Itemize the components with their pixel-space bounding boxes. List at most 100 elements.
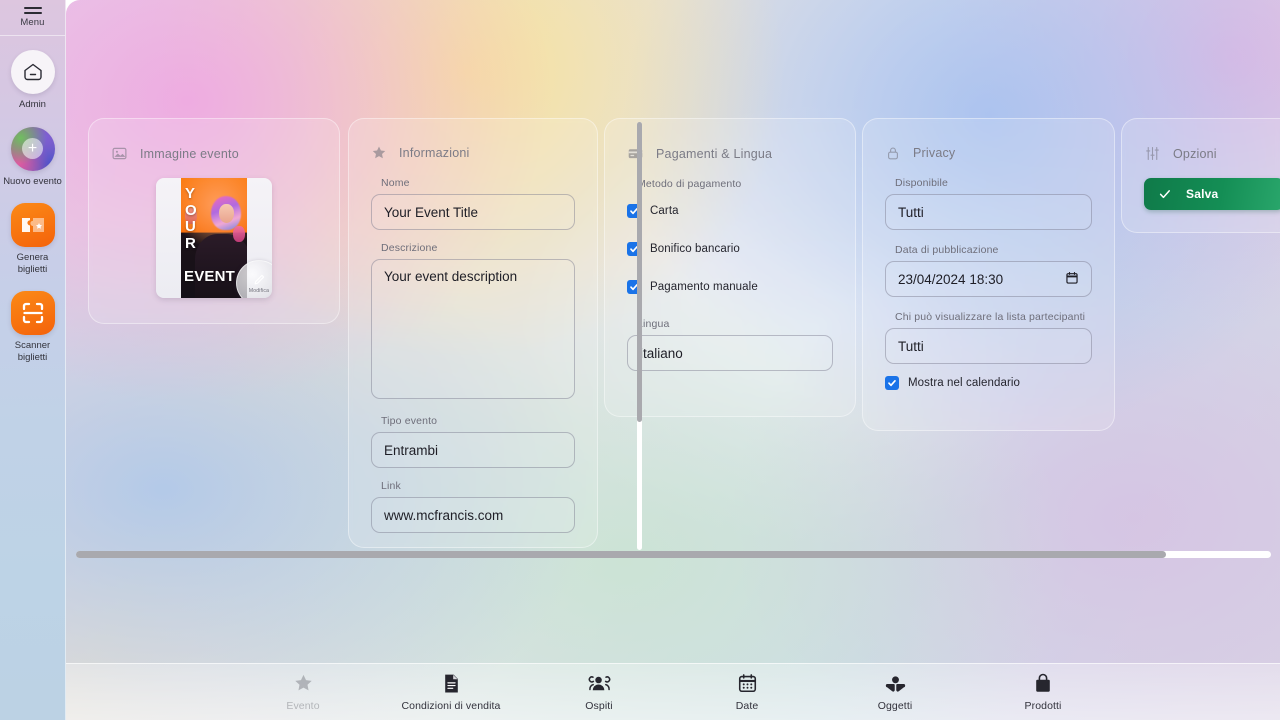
field-visualizza-lista: Chi può visualizzare la lista partecipan…: [885, 311, 1092, 364]
value-nome: Your Event Title: [384, 204, 479, 220]
checkbox-row-carta[interactable]: Carta: [627, 204, 833, 218]
sidebar-label-genera-biglietti: Genera biglietti: [16, 252, 49, 275]
value-tipo-evento: Entrambi: [384, 442, 439, 458]
plus-glyph: +: [22, 138, 43, 159]
nav-label-ospiti: Ospiti: [585, 699, 613, 712]
label-link: Link: [381, 480, 401, 492]
field-disponibile: Disponibile Tutti: [885, 177, 1092, 230]
document-icon: [442, 673, 461, 695]
nav-label-prodotti: Prodotti: [1024, 699, 1062, 712]
value-data-pubblicazione: 23/04/2024 18:30: [898, 271, 1004, 287]
menu-button[interactable]: Menu: [0, 0, 65, 36]
panel-title-opzioni: Opzioni: [1173, 146, 1217, 161]
value-descrizione: Your event description: [384, 269, 518, 284]
input-nome[interactable]: Your Event Title: [371, 194, 575, 230]
value-lingua: italiano: [640, 345, 683, 361]
poster-letter-o: O: [185, 201, 197, 219]
input-visualizza-lista[interactable]: Tutti: [885, 328, 1092, 364]
field-nome: Nome Your Event Title: [371, 177, 575, 230]
calendar-icon: [737, 673, 758, 695]
panels-scrollbar-thumb[interactable]: [76, 551, 1166, 558]
panel-title-immagine: Immagine evento: [140, 146, 239, 161]
poster-hand-right: [233, 226, 245, 242]
input-descrizione[interactable]: Your event description: [371, 259, 575, 399]
checkbox-label-carta: Carta: [650, 205, 679, 217]
app-root: Menu Admin + Nuovo evento Genera bigliet…: [0, 0, 1280, 720]
checkbox-row-bonifico[interactable]: Bonifico bancario: [627, 242, 833, 256]
checkbox-label-bonifico: Bonifico bancario: [650, 243, 740, 255]
sidebar-item-admin[interactable]: Admin: [0, 50, 66, 111]
hamburger-icon: [23, 7, 42, 14]
panel-title-informazioni: Informazioni: [399, 146, 470, 160]
objects-icon: [884, 673, 907, 695]
informazioni-scrollbar-thumb[interactable]: [637, 122, 642, 422]
nav-item-oggetti[interactable]: Oggetti: [839, 673, 951, 712]
star-icon: [293, 673, 314, 695]
field-lingua: Lingua italiano: [627, 318, 833, 371]
input-link[interactable]: www.mcfrancis.com: [371, 497, 575, 533]
panel-privacy: Privacy Disponibile Tutti Data di pubbli…: [862, 118, 1115, 431]
label-metodo-pagamento: Metodo di pagamento: [637, 178, 742, 190]
label-tipo-evento: Tipo evento: [381, 415, 438, 427]
sidebar: Menu Admin + Nuovo evento Genera bigliet…: [0, 0, 66, 720]
poster-event-text: EVENT: [184, 268, 236, 285]
ticket-icon: [10, 203, 55, 247]
label-descrizione: Descrizione: [381, 242, 438, 254]
panel-title-privacy: Privacy: [913, 146, 956, 160]
nav-label-date: Date: [735, 699, 759, 712]
panel-opzioni: Opzioni Salva: [1121, 118, 1280, 233]
field-link: Link www.mcfrancis.com: [371, 480, 575, 533]
nav-item-condizioni-di-vendita[interactable]: Condizioni di vendita: [395, 673, 507, 712]
field-data-pubblicazione: Data di pubblicazione 23/04/2024 18:30: [885, 244, 1092, 297]
panel-informazioni: Informazioni Nome Your Event Title Descr…: [348, 118, 598, 548]
checkbox-row-mostra-calendario[interactable]: Mostra nel calendario: [885, 376, 1092, 390]
poster-letter-u: U: [185, 218, 197, 235]
panels-row: Immagine evento Y O U R EVENT Modifica I…: [88, 118, 1280, 548]
event-image-thumbnail[interactable]: Y O U R EVENT Modifica: [156, 178, 272, 298]
sidebar-item-nuovo-evento[interactable]: + Nuovo evento: [0, 126, 66, 188]
input-tipo-evento[interactable]: Entrambi: [371, 432, 575, 468]
event-image-wrapper: Y O U R EVENT Modifica: [111, 178, 317, 298]
informazioni-vertical-scrollbar[interactable]: [637, 122, 642, 550]
main-stage: Immagine evento Y O U R EVENT Modifica I…: [66, 0, 1280, 720]
save-button-label: Salva: [1186, 187, 1219, 201]
panel-header-immagine: Immagine evento: [111, 145, 317, 162]
panel-title-pagamenti: Pagamenti & Lingua: [656, 146, 773, 161]
label-disponibile: Disponibile: [895, 177, 949, 189]
calendar-picker-icon[interactable]: [1065, 271, 1079, 288]
lock-icon: [885, 145, 901, 161]
nav-label-condizioni-di-vendita: Condizioni di vendita: [401, 699, 501, 712]
input-disponibile[interactable]: Tutti: [885, 194, 1092, 230]
nav-label-oggetti: Oggetti: [877, 699, 913, 712]
sidebar-item-scanner-biglietti[interactable]: Scanner biglietti: [0, 291, 66, 363]
checkbox-mostra-nel-calendario[interactable]: [885, 376, 899, 390]
panels-horizontal-scrollbar[interactable]: [76, 551, 1271, 558]
edit-image-label: Modifica: [248, 287, 270, 294]
checkbox-label-mostra-calendario: Mostra nel calendario: [908, 377, 1021, 389]
poster-your-text: Y O U R: [185, 185, 197, 252]
input-data-pubblicazione[interactable]: 23/04/2024 18:30: [885, 261, 1092, 297]
field-tipo-evento: Tipo evento Entrambi: [371, 415, 575, 468]
input-lingua[interactable]: italiano: [627, 335, 833, 371]
sidebar-label-admin: Admin: [19, 99, 46, 110]
nav-item-evento[interactable]: Evento: [247, 673, 359, 712]
sidebar-item-genera-biglietti[interactable]: Genera biglietti: [0, 203, 66, 275]
label-nome: Nome: [381, 177, 410, 189]
nav-item-ospiti[interactable]: Ospiti: [543, 673, 655, 712]
bag-icon: [1033, 673, 1053, 695]
nav-item-prodotti[interactable]: Prodotti: [987, 673, 1099, 712]
star-icon: [371, 145, 387, 161]
label-data-pubblicazione: Data di pubblicazione: [895, 244, 999, 256]
checkbox-row-pagamento-manuale[interactable]: Pagamento manuale: [627, 280, 833, 294]
poster-letter-y: Y: [185, 185, 196, 202]
save-button[interactable]: Salva: [1144, 178, 1280, 210]
check-icon: [1159, 190, 1170, 199]
users-icon: [588, 673, 611, 695]
value-disponibile: Tutti: [898, 204, 924, 220]
qr-scanner-icon: [10, 291, 55, 335]
sliders-icon: [1144, 145, 1161, 162]
nav-item-date[interactable]: Date: [691, 673, 803, 712]
poster-letter-r: R: [185, 234, 197, 252]
label-visualizza-lista: Chi può visualizzare la lista partecipan…: [895, 311, 1086, 323]
panel-header-informazioni: Informazioni: [371, 145, 575, 161]
